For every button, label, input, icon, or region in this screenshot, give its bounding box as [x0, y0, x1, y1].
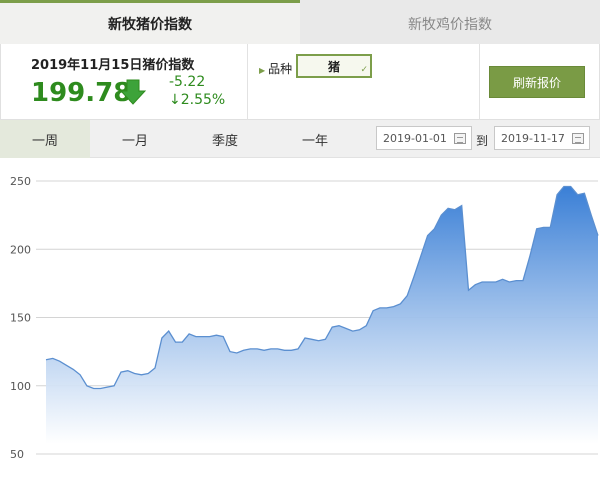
end-date-text: 2019-11-17 — [501, 131, 565, 145]
y-tick-label: 50 — [10, 448, 24, 461]
period-year[interactable]: 一年 — [270, 120, 360, 158]
y-axis-labels: 50 100 150 200 250 — [10, 175, 31, 461]
tab-chicken-price-index[interactable]: 新牧鸡价指数 — [300, 0, 600, 44]
y-tick-label: 200 — [10, 243, 31, 256]
date-range-separator: 到 — [476, 134, 489, 148]
panel-divider — [247, 44, 248, 120]
check-icon: ✓ — [360, 65, 368, 75]
tab-pig-price-index[interactable]: 新牧猪价指数 — [0, 0, 300, 44]
end-date-input[interactable]: 2019-11-17 — [494, 126, 590, 150]
start-date-text: 2019-01-01 — [383, 131, 447, 145]
calendar-icon[interactable] — [454, 133, 466, 144]
index-tabs: 新牧猪价指数 新牧鸡价指数 — [0, 0, 600, 44]
variety-select-pig[interactable]: 猪 ✓ — [296, 54, 372, 78]
refresh-price-button[interactable]: 刷新报价 — [489, 66, 585, 98]
index-value: 199.78 — [31, 78, 132, 108]
index-info-panel: 2019年11月15日猪价指数 199.78 -5.22 ↓2.55% ▶ 品种 … — [0, 44, 600, 120]
variety-label-text: 品种 — [268, 62, 293, 76]
y-tick-label: 100 — [10, 380, 31, 393]
start-date-input[interactable]: 2019-01-01 — [376, 126, 472, 150]
period-week[interactable]: 一周 — [0, 120, 90, 158]
triangle-right-icon: ▶ — [259, 66, 266, 75]
calendar-icon[interactable] — [572, 133, 584, 144]
y-tick-label: 150 — [10, 312, 31, 325]
series-area — [46, 186, 598, 444]
y-tick-label: 250 — [10, 175, 31, 188]
period-quarter[interactable]: 季度 — [180, 120, 270, 158]
variety-label: ▶ 品种 — [259, 60, 292, 77]
variety-selected-text: 猪 — [327, 59, 340, 74]
price-index-chart: 50 100 150 200 250 — [10, 175, 599, 461]
period-month[interactable]: 一月 — [90, 120, 180, 158]
index-change-percent: ↓2.55% — [169, 92, 226, 108]
panel-divider — [479, 44, 480, 120]
index-date-title: 2019年11月15日猪价指数 — [31, 58, 195, 73]
index-change: -5.22 — [169, 74, 206, 90]
arrow-down-icon — [119, 79, 147, 105]
